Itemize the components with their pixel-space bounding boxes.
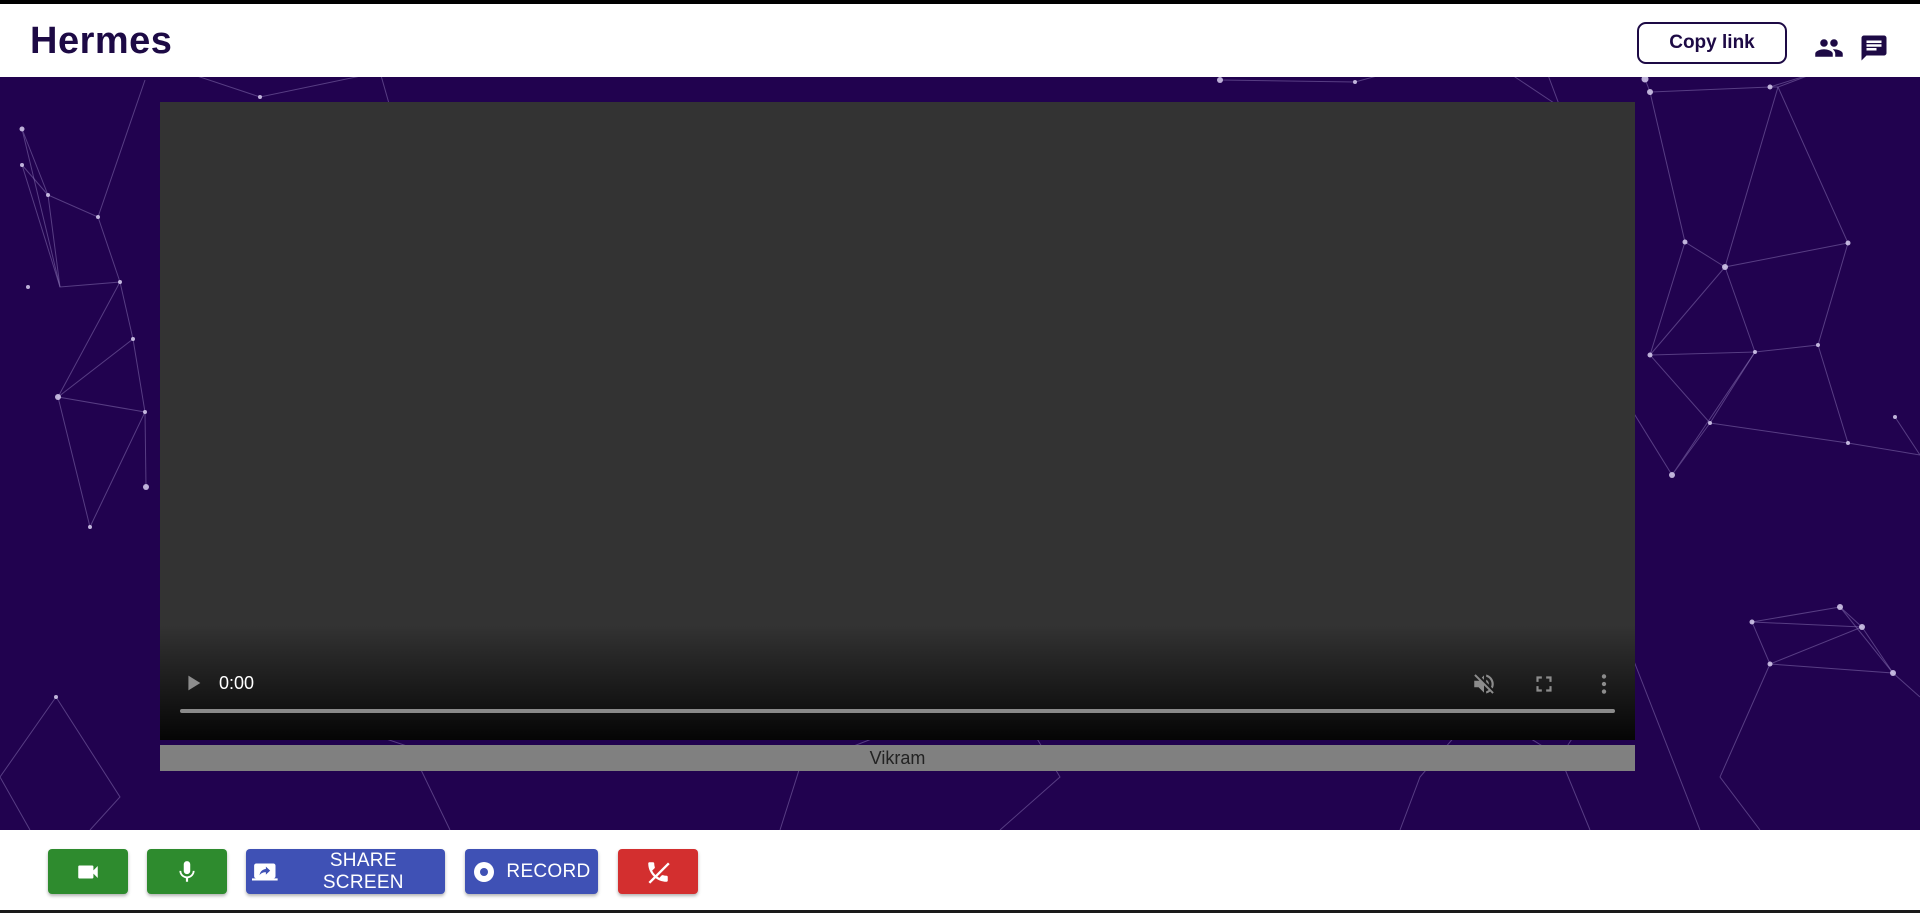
volume-off-icon[interactable] bbox=[1471, 671, 1497, 697]
call-stage: 0:00 Vikram bbox=[0, 77, 1920, 830]
video-progress-bar[interactable] bbox=[180, 709, 1615, 713]
video-controls: 0:00 bbox=[160, 625, 1635, 740]
participant-name: Vikram bbox=[160, 745, 1635, 771]
app-title: Hermes bbox=[30, 20, 173, 62]
record-button[interactable]: RECORD bbox=[465, 849, 598, 894]
fullscreen-icon[interactable] bbox=[1531, 671, 1557, 697]
people-icon[interactable] bbox=[1814, 33, 1844, 63]
record-label: RECORD bbox=[506, 860, 591, 882]
mic-icon bbox=[179, 860, 195, 882]
more-vert-icon[interactable] bbox=[1591, 671, 1617, 697]
share-screen-button[interactable]: SHARE SCREEN bbox=[246, 849, 445, 894]
video-player[interactable]: 0:00 bbox=[160, 102, 1635, 740]
record-icon bbox=[474, 861, 495, 882]
video-time: 0:00 bbox=[219, 673, 255, 693]
end-call-button[interactable] bbox=[618, 849, 698, 894]
copy-link-button[interactable]: Copy link bbox=[1637, 22, 1787, 64]
play-icon[interactable] bbox=[182, 672, 204, 694]
call-toolbar: SHARE SCREEN RECORD bbox=[0, 830, 1920, 910]
app-header: Hermes Copy link bbox=[0, 4, 1920, 77]
camera-toggle-button[interactable] bbox=[48, 849, 128, 894]
videocam-icon bbox=[78, 865, 98, 878]
call-end-icon bbox=[648, 861, 670, 884]
screen-share-icon bbox=[252, 862, 278, 881]
mic-toggle-button[interactable] bbox=[147, 849, 227, 894]
chat-icon[interactable] bbox=[1859, 33, 1889, 63]
share-screen-label: SHARE SCREEN bbox=[322, 849, 404, 893]
